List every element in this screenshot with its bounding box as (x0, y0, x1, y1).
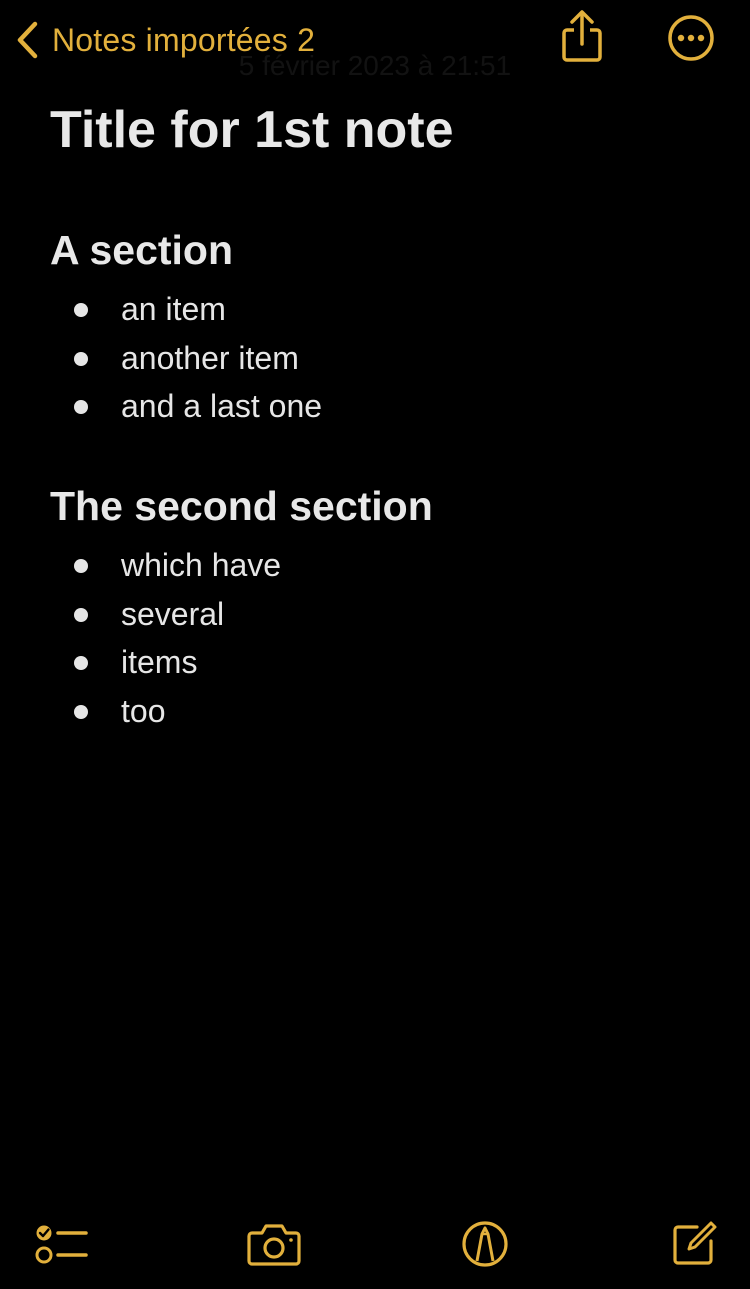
navigation-bar: Notes importées 2 5 février 2023 à 21:51 (0, 0, 750, 90)
bullet-icon (74, 400, 88, 415)
bullet-icon (74, 656, 88, 671)
bullet-icon (74, 607, 88, 622)
checklist-button[interactable] (32, 1220, 92, 1272)
list-item-text: which have (121, 547, 282, 583)
list-item: an item (50, 285, 322, 334)
markup-pen-icon (460, 1219, 510, 1274)
bottom-toolbar (0, 1210, 750, 1289)
bullet-list: which have several items too (50, 541, 281, 735)
list-item: which have (50, 541, 281, 590)
compose-button[interactable] (664, 1220, 724, 1272)
list-item: another item (50, 334, 322, 383)
list-item-text: too (121, 692, 166, 729)
list-item: items (50, 638, 281, 687)
section-heading: The second section (50, 483, 433, 529)
share-button[interactable] (558, 8, 606, 71)
bullet-list: an item another item and a last one (50, 285, 322, 431)
ellipsis-circle-icon (666, 13, 716, 68)
checklist-icon (34, 1221, 90, 1272)
list-item-text: another item (121, 339, 299, 376)
list-item-text: and a last one (121, 388, 323, 425)
note-title: Title for 1st note (50, 101, 454, 159)
list-item: several (50, 590, 281, 639)
list-item: too (50, 687, 281, 736)
more-button[interactable] (666, 13, 716, 68)
list-item: and a last one (50, 382, 322, 431)
bullet-icon (74, 303, 88, 317)
bullet-icon (74, 559, 88, 573)
list-item-text: an item (121, 291, 226, 327)
camera-icon (246, 1221, 302, 1272)
section-heading: A section (50, 227, 234, 273)
compose-icon (669, 1219, 719, 1274)
camera-button[interactable] (244, 1220, 304, 1272)
bullet-icon (74, 704, 88, 719)
list-item-text: items (121, 644, 198, 681)
bullet-icon (74, 351, 88, 366)
markup-button[interactable] (455, 1220, 515, 1272)
list-item-text: several (121, 595, 225, 632)
share-icon (558, 8, 606, 71)
note-date: 5 février 2023 à 21:51 (238, 50, 512, 81)
